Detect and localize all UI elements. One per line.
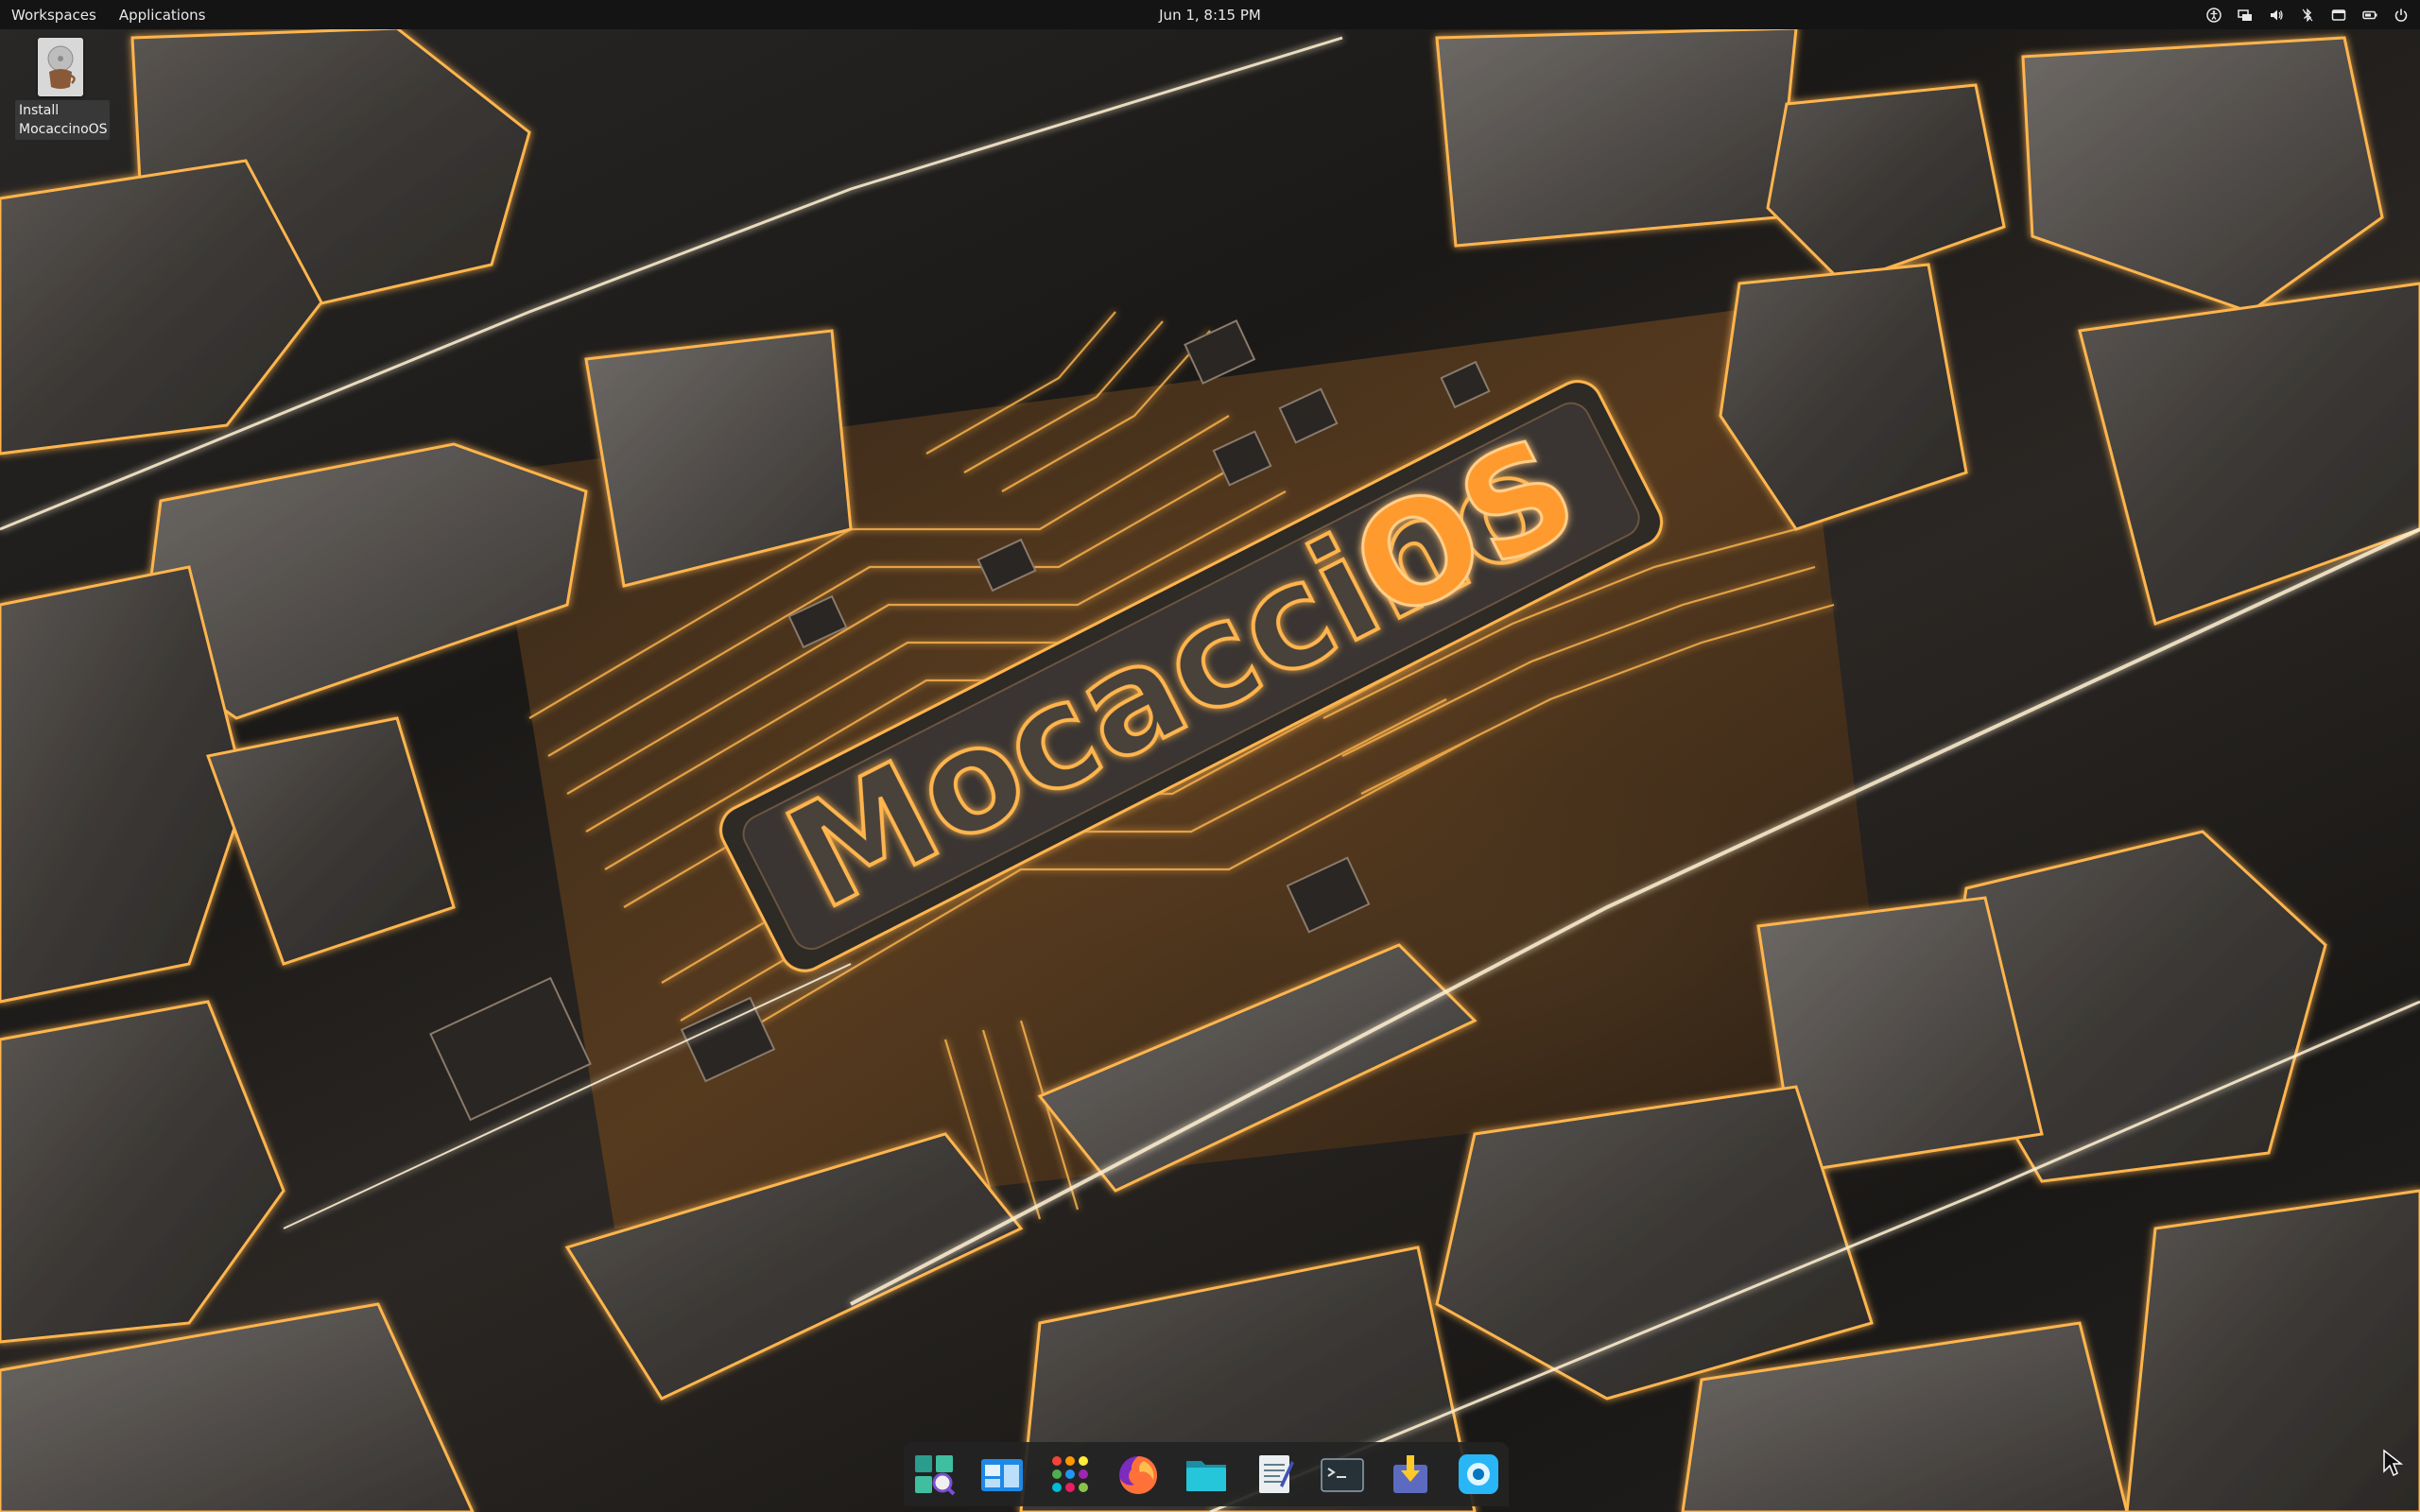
desktop[interactable]: Mocaccino OS Workspaces Applications Jun…	[0, 0, 2420, 1512]
power-icon[interactable]	[2394, 8, 2409, 23]
app-search-icon	[915, 1455, 956, 1496]
dock-text-editor[interactable]	[1247, 1447, 1302, 1502]
installer-icon	[38, 38, 83, 96]
volume-icon[interactable]	[2269, 8, 2284, 23]
clock[interactable]: Jun 1, 8:15 PM	[1159, 0, 1261, 29]
battery-icon[interactable]	[2362, 8, 2377, 23]
applications-menu[interactable]: Applications	[119, 5, 206, 26]
dock-window-overview[interactable]	[975, 1447, 1029, 1502]
wallpaper: Mocaccino OS	[0, 26, 2420, 1512]
screenshot-icon	[1459, 1454, 1498, 1494]
app-grid-icon	[1052, 1456, 1088, 1492]
installer-icon	[1393, 1455, 1427, 1493]
notifications-icon[interactable]	[2331, 8, 2346, 23]
firefox-icon	[1119, 1456, 1158, 1494]
system-tray	[2206, 0, 2409, 29]
dock-terminal[interactable]	[1315, 1447, 1370, 1502]
dock-installer[interactable]	[1383, 1447, 1438, 1502]
dock-firefox[interactable]	[1111, 1447, 1166, 1502]
desktop-icon-install-mocaccinoos[interactable]: Install MocaccinoOS	[15, 38, 110, 140]
bluetooth-icon[interactable]	[2300, 8, 2315, 23]
terminal-icon	[1321, 1458, 1364, 1492]
dock-screenshot[interactable]	[1451, 1447, 1506, 1502]
text-editor-icon	[1259, 1455, 1294, 1493]
dock-app-search[interactable]	[907, 1447, 961, 1502]
files-icon	[1186, 1461, 1226, 1491]
accessibility-icon[interactable]	[2206, 7, 2221, 23]
network-icon[interactable]	[2238, 8, 2253, 23]
dock	[904, 1442, 1509, 1506]
top-panel: Workspaces Applications Jun 1, 8:15 PM	[0, 0, 2420, 29]
window-overview-icon	[981, 1459, 1023, 1491]
dock-app-grid[interactable]	[1043, 1447, 1098, 1502]
workspaces-menu[interactable]: Workspaces	[11, 5, 96, 26]
desktop-icon-label: Install MocaccinoOS	[15, 100, 110, 140]
dock-files[interactable]	[1179, 1447, 1234, 1502]
mouse-cursor-icon	[2383, 1449, 2403, 1477]
